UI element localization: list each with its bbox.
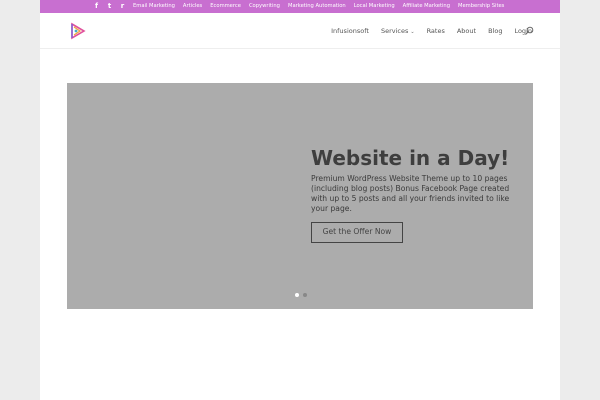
nav-infusionsoft[interactable]: Infusionsoft — [331, 27, 369, 35]
slide-description: Premium WordPress Website Theme up to 10… — [311, 174, 510, 213]
secondary-nav-marketing-automation[interactable]: Marketing Automation — [288, 3, 346, 10]
nav-services-label: Services — [380, 27, 409, 35]
site-header: Infusionsoft Services ⌄ Rates About Blog … — [40, 13, 560, 49]
nav-services[interactable]: Services ⌄ — [381, 27, 415, 35]
hero-slider: Website in a Day! Premium WordPress Webs… — [67, 83, 533, 309]
get-offer-button[interactable]: Get the Offer Now — [311, 222, 403, 243]
twitter-icon[interactable]: t — [106, 2, 113, 11]
chevron-down-icon: ⌄ — [410, 29, 415, 35]
nav-rates[interactable]: Rates — [427, 27, 445, 35]
slider-pagination — [295, 293, 307, 297]
logo-icon[interactable] — [69, 21, 87, 41]
secondary-nav-copywriting[interactable]: Copywriting — [249, 3, 280, 10]
facebook-icon[interactable]: f — [93, 2, 100, 11]
secondary-nav-articles[interactable]: Articles — [183, 3, 202, 10]
secondary-nav-affiliate-marketing[interactable]: Affiliate Marketing — [403, 3, 450, 10]
secondary-nav: Email Marketing Articles Ecommerce Copyw… — [133, 3, 504, 10]
nav-about[interactable]: About — [457, 27, 476, 35]
secondary-nav-local-marketing[interactable]: Local Marketing — [354, 3, 395, 10]
secondary-nav-ecommerce[interactable]: Ecommerce — [210, 3, 241, 10]
search-icon[interactable] — [524, 26, 534, 36]
nav-blog[interactable]: Blog — [488, 27, 502, 35]
secondary-nav-membership-sites[interactable]: Membership Sites — [458, 3, 504, 10]
slider-dot[interactable] — [295, 293, 299, 297]
secondary-nav-email-marketing[interactable]: Email Marketing — [133, 3, 175, 10]
slider-dot[interactable] — [303, 293, 307, 297]
main-nav: Infusionsoft Services ⌄ Rates About Blog … — [331, 27, 532, 35]
rss-icon[interactable]: r — [119, 2, 126, 11]
slide-title: Website in a Day! — [311, 146, 510, 170]
social-links: f t r — [93, 2, 126, 11]
